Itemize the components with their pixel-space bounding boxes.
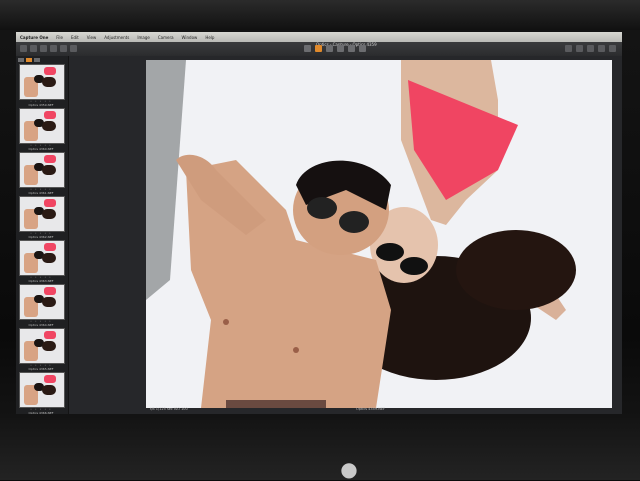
thumb-figure [42,297,56,307]
thumbnail-filename: Optics 4359.NEF [28,103,54,107]
thumbnail-filename: Optics 4362.NEF [28,235,54,239]
thumb-figure [44,199,56,207]
filmstrip-thumbnail[interactable] [19,108,65,144]
filmstrip-view-icon[interactable] [34,58,40,62]
current-filename: Optics 4359.NEF [356,407,386,411]
thumb-figure [42,341,56,351]
undo-icon[interactable] [50,45,57,52]
filmstrip-thumbnail[interactable] [19,196,65,232]
warning-icon[interactable] [587,45,594,52]
toolbar-left-group [20,45,77,52]
thumb-figure [42,165,56,175]
pointer-tool-icon[interactable] [304,45,311,52]
thumbnail-filename: Optics 4361.NEF [28,191,54,195]
thumbnail-filename: Optics 4360.NEF [28,147,54,151]
thumb-figure [42,77,56,87]
screen: Capture One File Edit View Adjustments I… [16,32,622,414]
picker-tool-icon[interactable] [359,45,366,52]
toolbar-right-group [565,45,616,52]
filmstrip-thumbnail[interactable] [19,240,65,276]
exif-info: f/8 1/125 sec ISO 100 [150,407,188,411]
filmstrip-filter-icon[interactable] [26,58,32,62]
filmstrip-controls [18,58,40,62]
reset-icon[interactable] [70,45,77,52]
filmstrip-thumbnail[interactable] [19,152,65,188]
thumbnail-filename: Optics 4365.NEF [28,367,54,371]
filmstrip-thumbnail[interactable] [19,328,65,364]
viewer-status-bar: f/8 1/125 sec ISO 100 Optics 4359.NEF [146,407,612,413]
apple-logo-icon: ● [340,457,358,481]
filmstrip-sort-icon[interactable] [18,58,24,62]
thumb-figure [42,121,56,131]
thumb-figure [44,243,56,251]
menu-item-view[interactable]: View [83,35,101,40]
filmstrip-thumbnail[interactable] [19,284,65,320]
pan-tool-icon[interactable] [315,45,322,52]
menu-item-help[interactable]: Help [201,35,218,40]
exposure-icon[interactable] [598,45,605,52]
thumb-figure [44,375,56,383]
thumb-figure [42,253,56,263]
menu-item-image[interactable]: Image [133,35,154,40]
photo-illustration [146,60,612,408]
library-icon[interactable] [20,45,27,52]
capture-icon[interactable] [30,45,37,52]
fullscreen-icon[interactable] [609,45,616,52]
single-view-icon[interactable] [576,45,583,52]
menu-bar: Capture One File Edit View Adjustments I… [16,32,622,42]
redo-icon[interactable] [60,45,67,52]
thumb-figure [44,287,56,295]
filmstrip-thumbnail[interactable] [19,64,65,100]
filmstrip-thumbnail[interactable] [19,372,65,408]
toolbar: Optics - Capture - Optics 4359 [16,42,622,57]
straighten-tool-icon[interactable] [348,45,355,52]
thumb-figure [42,209,56,219]
menu-item-adjustments[interactable]: Adjustments [100,35,133,40]
thumb-figure [44,111,56,119]
import-icon[interactable] [40,45,47,52]
crop-tool-icon[interactable] [337,45,344,52]
bezel-top [0,0,640,30]
zoom-tool-icon[interactable] [326,45,333,52]
thumbnail-filename: Optics 4363.NEF [28,279,54,283]
main-photo[interactable] [146,60,612,408]
monitor-chin [0,418,640,480]
filmstrip: • • • • • Optics 4359.NEF • • • • • Optics … [16,56,69,414]
cursor-tools [304,45,366,52]
menu-item-file[interactable]: File [52,35,67,40]
menu-item-edit[interactable]: Edit [67,35,83,40]
grid-view-icon[interactable] [565,45,572,52]
thumbnail-filename: Optics 4364.NEF [28,323,54,327]
thumb-figure [44,67,56,75]
image-viewer: f/8 1/125 sec ISO 100 Optics 4359.NEF [69,56,622,414]
menu-item-app[interactable]: Capture One [16,35,52,40]
thumb-figure [44,155,56,163]
thumb-figure [44,331,56,339]
thumbnail-filename: Optics 4366.NEF [28,411,54,414]
thumb-figure [42,385,56,395]
menu-item-window[interactable]: Window [178,35,202,40]
menu-item-camera[interactable]: Camera [154,35,178,40]
